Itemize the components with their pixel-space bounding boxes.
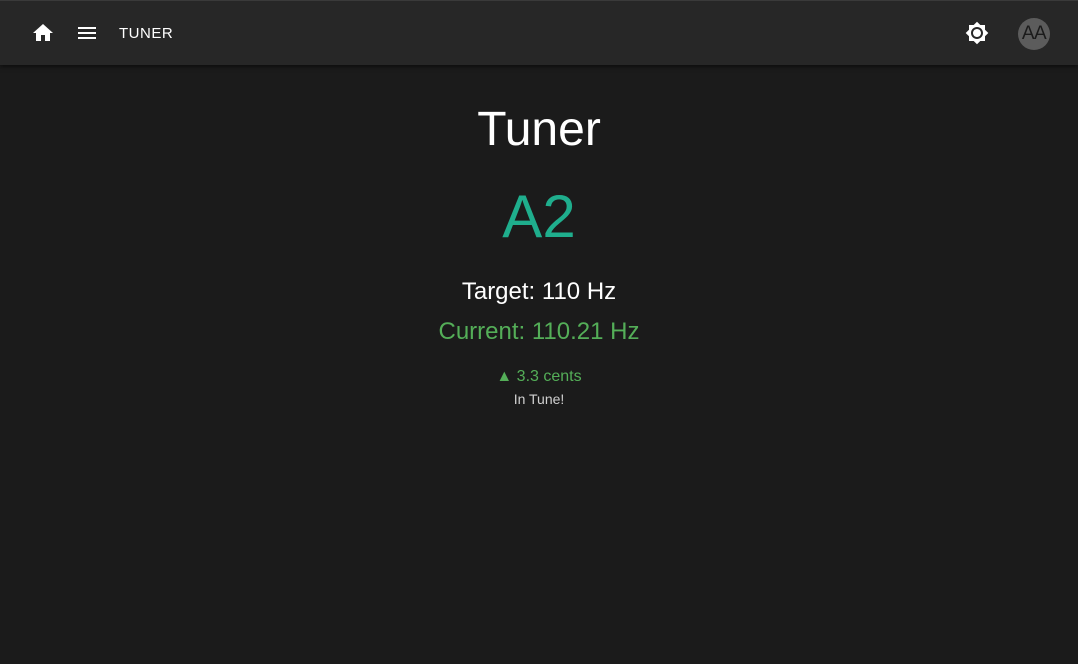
menu-icon [78, 27, 96, 39]
theme-toggle-button[interactable] [957, 13, 997, 53]
avatar[interactable]: AA [1018, 18, 1050, 50]
tuner-app: TUNER AA Tuner A2 Target: 110 Hz Current… [0, 0, 1078, 664]
arrow-up-icon: ▲ [496, 368, 513, 385]
brightness-icon [965, 21, 989, 45]
detected-note: A2 [502, 183, 576, 250]
home-icon [33, 24, 53, 41]
tune-status: In Tune! [513, 391, 565, 407]
home-button[interactable] [23, 13, 63, 53]
app-bar: TUNER AA [0, 0, 1078, 65]
page-title: Tuner [477, 103, 601, 156]
current-frequency: Current: 110.21 Hz [438, 318, 640, 345]
tuner-panel: Tuner A2 Target: 110 Hz Current: 110.21 … [0, 65, 1078, 664]
cents-value: 3.3 cents [516, 368, 582, 385]
target-frequency: Target: 110 Hz [461, 278, 617, 305]
app-bar-title: TUNER [119, 25, 174, 42]
menu-button[interactable] [67, 13, 107, 53]
cents-offset: ▲ 3.3 cents [0, 367, 1078, 387]
